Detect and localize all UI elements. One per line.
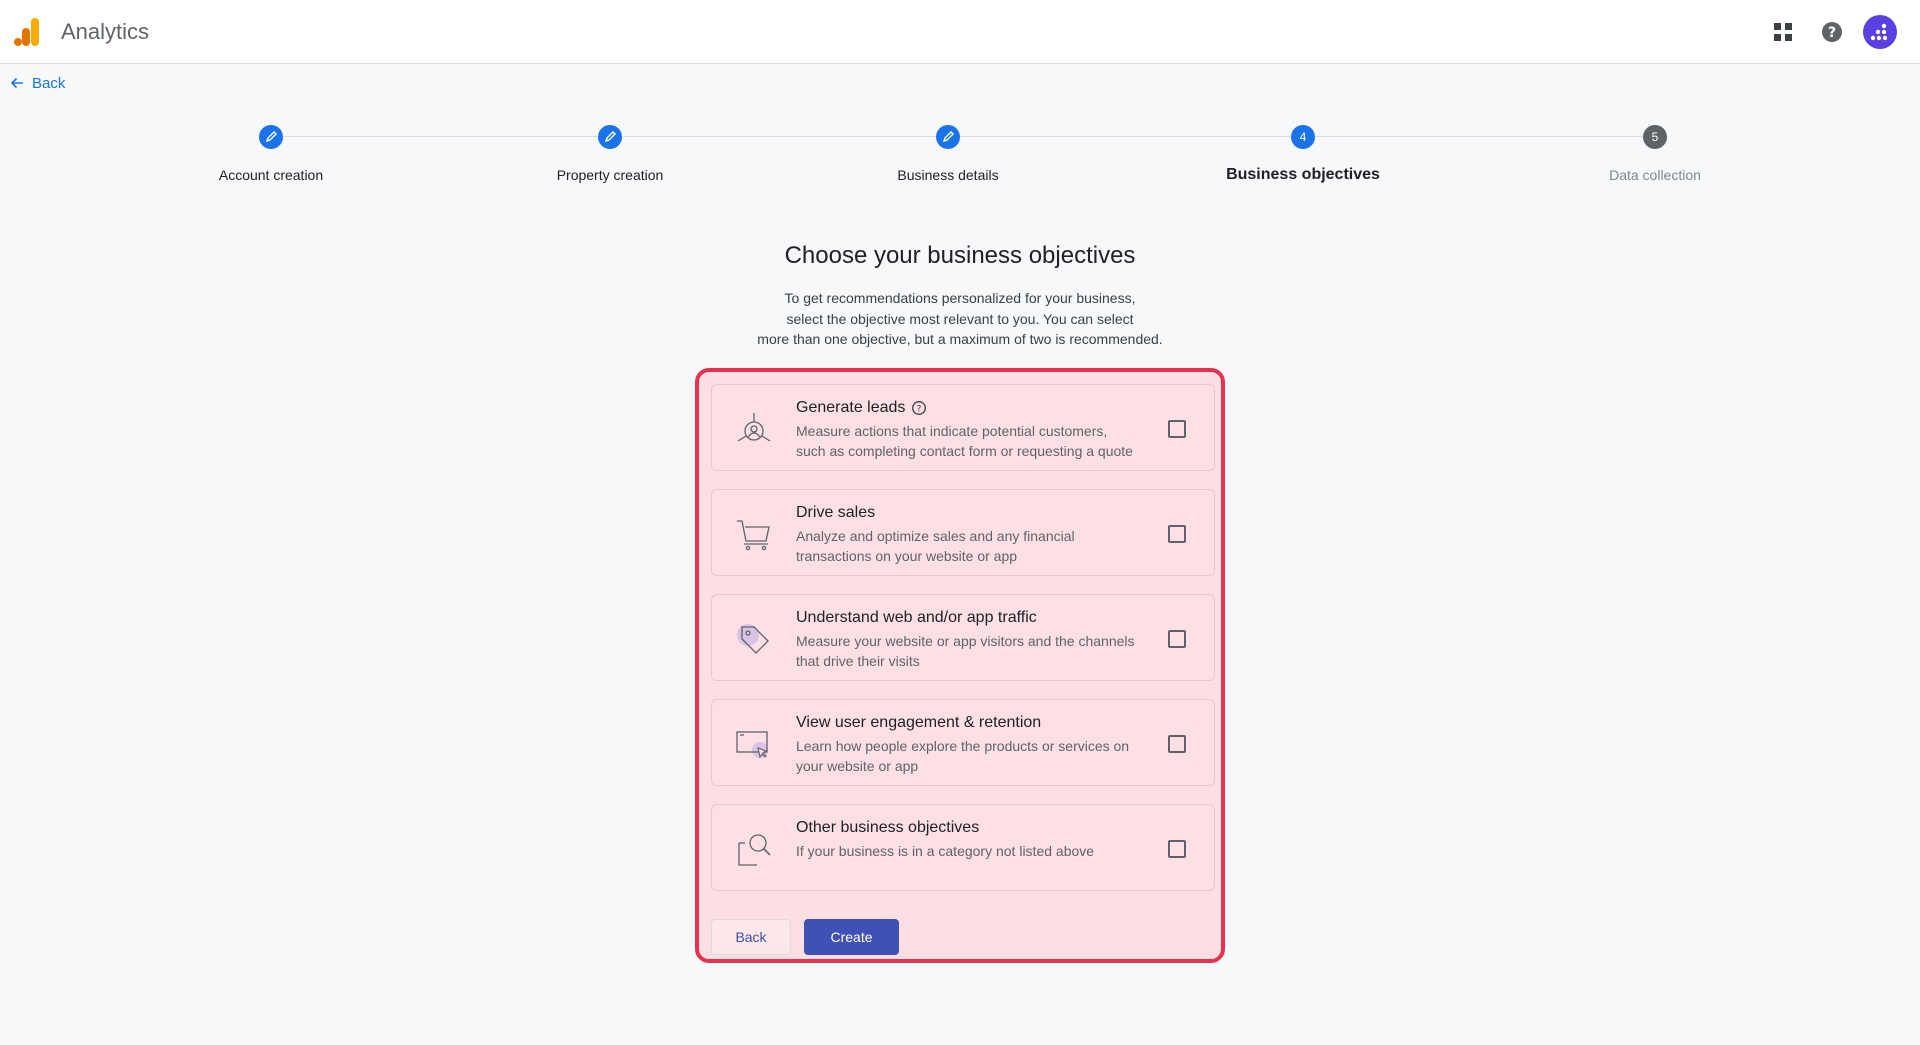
description-line: To get recommendations personalized for … — [784, 290, 1136, 306]
tag-icon — [737, 624, 769, 654]
objective-title: View user engagement & retention — [796, 714, 1042, 731]
create-button[interactable]: Create — [804, 919, 899, 955]
step-3-dot — [936, 125, 960, 149]
account-avatar-icon[interactable] — [1863, 15, 1897, 49]
drive-sales-checkbox[interactable] — [1168, 525, 1186, 543]
description-line: that drive their visits — [796, 653, 920, 669]
objectives-panel: Generate leads ? Measure actions that in… — [695, 368, 1225, 963]
description-line: Analyze and optimize sales and any finan… — [796, 528, 1075, 544]
step-connector — [283, 136, 598, 137]
description-line: your website or app — [796, 758, 919, 774]
apps-grid-icon[interactable] — [1769, 18, 1797, 46]
description-line: select the objective most relevant to yo… — [786, 310, 1134, 327]
objective-description: Analyze and optimize sales and any finan… — [796, 526, 1166, 566]
step-4-dot: 4 — [1291, 125, 1315, 149]
description-line: such as completing contact form or reque… — [796, 443, 1133, 459]
description-line: If your business is in a category not li… — [796, 843, 1095, 859]
understand-traffic-checkbox[interactable] — [1168, 630, 1186, 648]
back-link-label: Back — [32, 74, 66, 92]
description-line: Learn how people explore the products or… — [796, 738, 1130, 754]
step-2-dot — [598, 125, 622, 149]
objective-description: Measure actions that indicate potential … — [796, 421, 1166, 461]
step-5-dot: 5 — [1643, 125, 1667, 149]
pencil-icon — [265, 131, 277, 143]
avatar-dots-icon — [1870, 23, 1888, 41]
objective-description: Learn how people explore the products or… — [796, 736, 1166, 776]
step-2-label: Property creation — [556, 167, 664, 183]
step-connector — [960, 136, 1291, 137]
pencil-icon — [942, 131, 954, 143]
description-line: Measure your website or app visitors and… — [796, 633, 1135, 649]
analytics-logo-icon[interactable] — [14, 16, 42, 48]
page-description: To get recommendations personalized for … — [710, 288, 1210, 350]
step-1-label: Account creation — [218, 167, 324, 183]
objective-title-text: Generate leads — [796, 399, 906, 416]
svg-text:?: ? — [917, 405, 922, 415]
svg-text:?: ? — [1828, 25, 1836, 41]
description-line: more than one objective, but a maximum o… — [757, 331, 1163, 347]
objective-understand-traffic[interactable]: Understand web and/or app traffic Measur… — [711, 594, 1215, 681]
magnify-doc-icon — [738, 834, 771, 866]
generate-leads-checkbox[interactable] — [1168, 420, 1186, 438]
help-outline-icon[interactable]: ? — [911, 400, 927, 416]
screen-cursor-icon — [736, 731, 768, 759]
objective-other[interactable]: Other business objectives If your busine… — [711, 804, 1215, 891]
leads-icon — [737, 413, 771, 442]
app-title: Analytics — [61, 19, 150, 44]
objective-title: Other business objectives — [796, 819, 980, 836]
step-3-label: Business details — [897, 167, 999, 183]
objective-description: Measure your website or app visitors and… — [796, 631, 1166, 671]
help-circle-icon[interactable]: ? — [1818, 18, 1846, 46]
other-objectives-checkbox[interactable] — [1168, 840, 1186, 858]
cart-icon — [737, 520, 770, 551]
objective-description: If your business is in a category not li… — [796, 841, 1166, 861]
description-line: transactions on your website or app — [796, 548, 1018, 564]
step-4-label: Business objectives — [1226, 166, 1380, 183]
objective-generate-leads[interactable]: Generate leads ? Measure actions that in… — [711, 384, 1215, 471]
objective-user-engagement[interactable]: View user engagement & retention Learn h… — [711, 699, 1215, 786]
step-connector — [1315, 136, 1643, 137]
top-bar: Analytics ? — [0, 0, 1920, 64]
page-title: Choose your business objectives — [784, 242, 1136, 269]
description-line: Measure actions that indicate potential … — [796, 423, 1108, 439]
back-button[interactable]: Back — [711, 919, 791, 955]
pencil-icon — [604, 131, 616, 143]
objective-title: Understand web and/or app traffic — [796, 609, 1037, 626]
objective-title: Drive sales — [796, 504, 876, 521]
objective-title: Generate leads ? — [796, 399, 927, 417]
step-connector — [622, 136, 936, 137]
arrow-left-icon — [10, 77, 23, 89]
back-link[interactable]: Back — [10, 73, 65, 93]
user-engagement-checkbox[interactable] — [1168, 735, 1186, 753]
step-1-dot — [259, 125, 283, 149]
objective-drive-sales[interactable]: Drive sales Analyze and optimize sales a… — [711, 489, 1215, 576]
step-5-label: Data collection — [1609, 167, 1701, 183]
